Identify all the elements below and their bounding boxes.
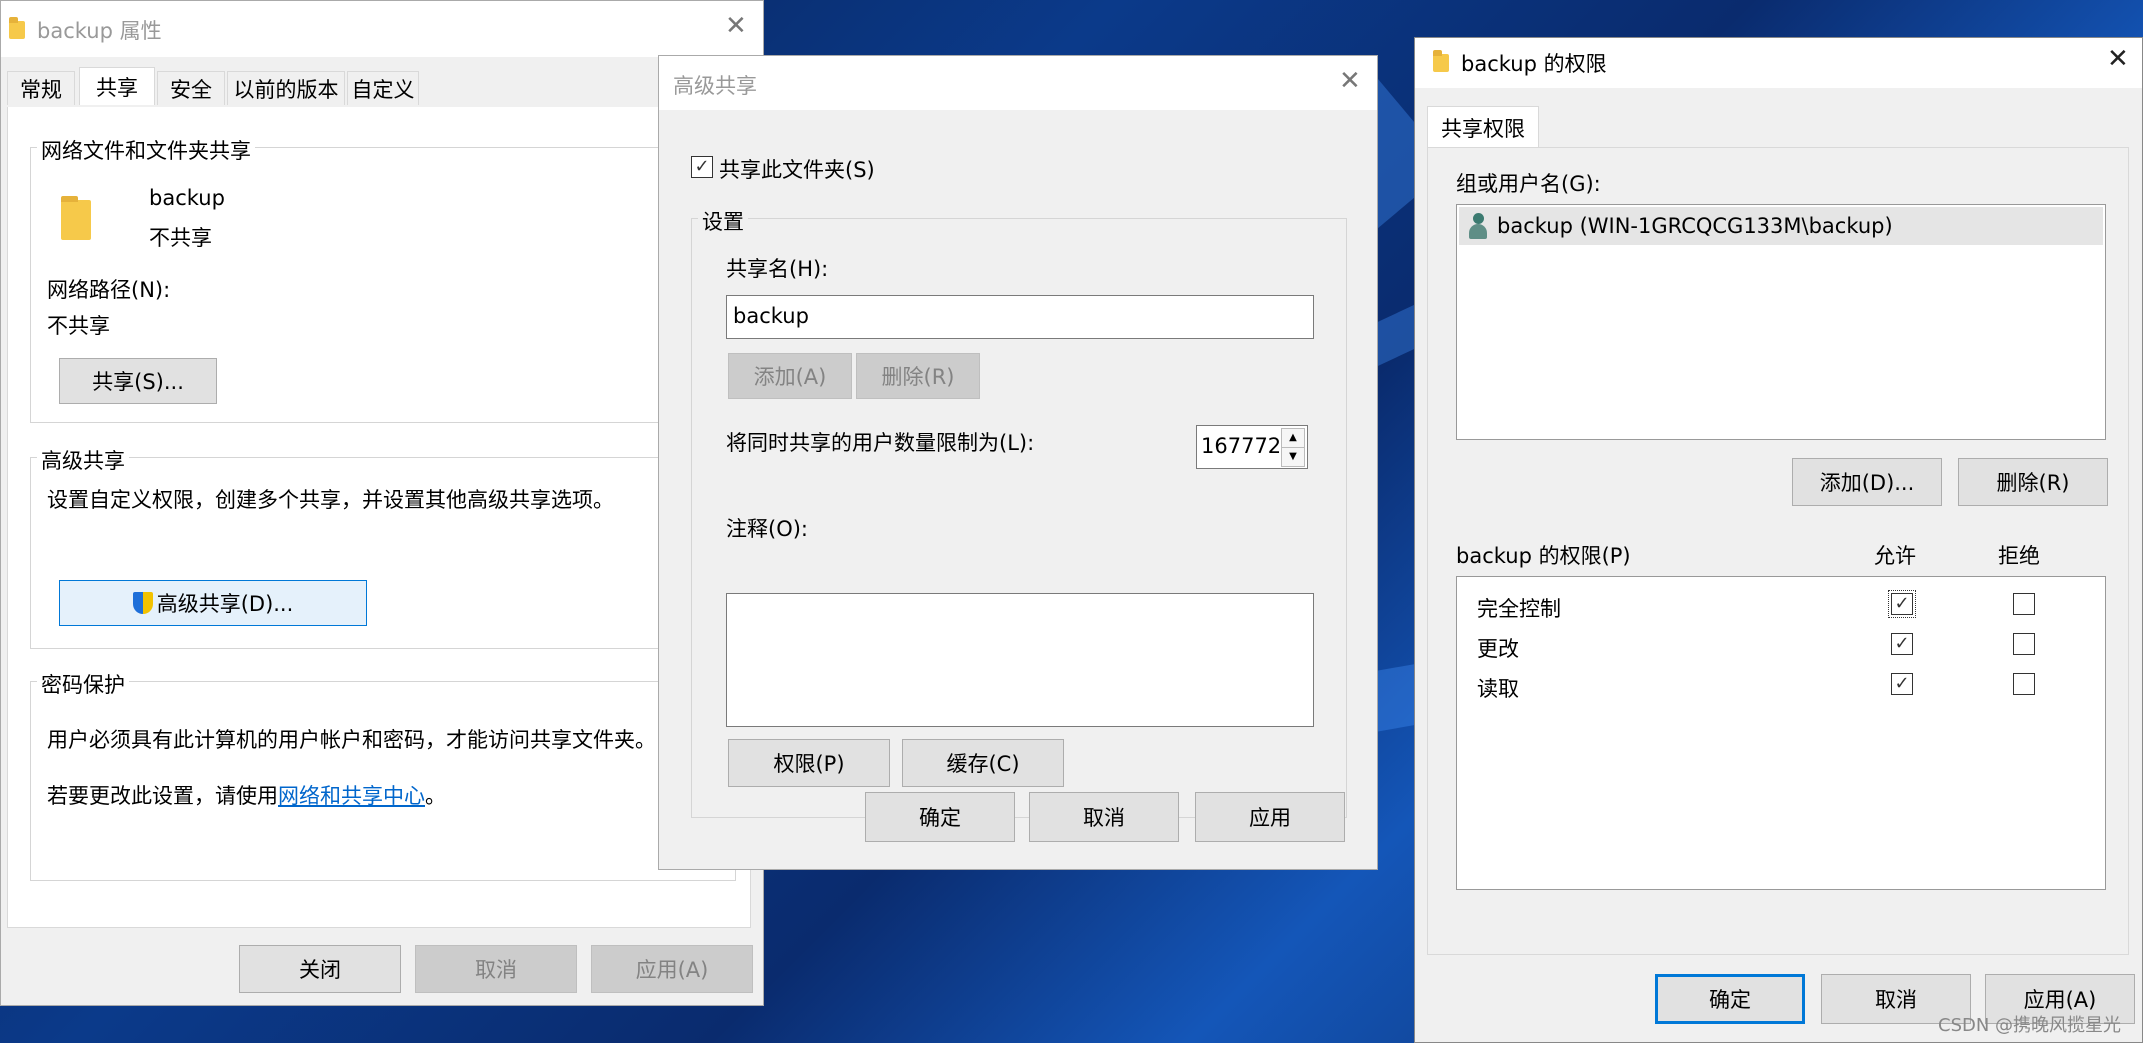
permissions-button[interactable]: 权限(P)	[728, 739, 890, 787]
dialog-title: 高级共享	[673, 74, 757, 98]
window-title: backup 属性	[37, 19, 162, 43]
comment-field[interactable]	[726, 593, 1314, 727]
close-icon[interactable]: ✕	[2107, 44, 2129, 74]
permission-name: 更改	[1477, 637, 1519, 661]
permissions-titlebar: backup 的权限 ✕	[1415, 38, 2142, 88]
ok-button[interactable]: 确定	[1655, 974, 1805, 1024]
group-label: 网络文件和文件夹共享	[37, 135, 255, 165]
shared-folder-icon	[61, 196, 91, 240]
advanced-sharing-label: 高级共享(D)...	[156, 592, 294, 616]
share-name-field[interactable]: backup	[726, 295, 1314, 339]
deny-column-header: 拒绝	[1998, 544, 2040, 568]
network-path-value: 不共享	[47, 314, 110, 338]
tab-share-permissions[interactable]: 共享权限	[1427, 106, 1539, 148]
add-share-button[interactable]: 添加(A)	[728, 353, 852, 399]
deny-checkbox[interactable]	[2013, 673, 2035, 695]
allow-checkbox[interactable]	[1891, 673, 1913, 695]
permission-name: 完全控制	[1477, 597, 1561, 621]
tab-security[interactable]: 安全	[157, 71, 225, 105]
tab-previous-versions[interactable]: 以前的版本	[227, 71, 345, 105]
remove-share-button[interactable]: 删除(R)	[856, 353, 980, 399]
password-change-text: 若要更改此设置，请使用网络和共享中心。	[47, 780, 446, 810]
network-path-label: 网络路径(N):	[47, 278, 171, 302]
caching-button[interactable]: 缓存(C)	[902, 739, 1064, 787]
permission-name: 读取	[1477, 677, 1519, 701]
close-button[interactable]: 关闭	[239, 945, 401, 993]
advanced-titlebar: 高级共享 ✕	[659, 56, 1377, 110]
tab-general[interactable]: 常规	[7, 71, 75, 105]
user-list-item[interactable]: backup (WIN-1GRCQCG133M\backup)	[1459, 207, 2103, 245]
allow-checkbox[interactable]	[1888, 590, 1916, 618]
tab-customize[interactable]: 自定义	[347, 71, 419, 105]
share-name-value: backup	[733, 304, 809, 328]
users-label: 组或用户名(G):	[1456, 172, 1601, 196]
folder-icon	[1433, 50, 1449, 72]
spin-down-icon[interactable]: ▼	[1281, 447, 1305, 467]
permissions-tab-page: 组或用户名(G): backup (WIN-1GRCQCG133M\backup…	[1427, 147, 2129, 955]
spin-up-icon[interactable]: ▲	[1281, 428, 1305, 448]
cancel-button[interactable]: 取消	[1029, 792, 1179, 842]
comment-label: 注释(O):	[726, 517, 808, 541]
deny-checkbox[interactable]	[2013, 633, 2035, 655]
advanced-sharing-group: 高级共享 设置自定义权限，创建多个共享，并设置其他高级共享选项。 高级共享(D)…	[30, 445, 736, 649]
share-name-label: 共享名(H):	[726, 257, 829, 281]
advanced-sharing-button[interactable]: 高级共享(D)...	[59, 580, 367, 626]
ok-button[interactable]: 确定	[865, 792, 1015, 842]
folder-name: backup	[149, 186, 225, 210]
share-status: 不共享	[149, 226, 212, 250]
permissions-list: 完全控制 更改 读取	[1456, 576, 2106, 890]
permissions-label: backup 的权限(P)	[1456, 544, 1631, 568]
tab-sharing[interactable]: 共享	[79, 67, 155, 105]
user-limit-spinner[interactable]: 167772 ▲ ▼	[1196, 425, 1308, 469]
change-suffix: 。	[425, 784, 446, 808]
network-sharing-center-link[interactable]: 网络和共享中心	[278, 784, 425, 808]
share-button[interactable]: 共享(S)...	[59, 358, 217, 404]
cancel-button[interactable]: 取消	[415, 945, 577, 993]
properties-window: backup 属性 ✕ 常规 共享 安全 以前的版本 自定义 网络文件和文件夹共…	[0, 0, 764, 1006]
share-folder-label: 共享此文件夹(S)	[719, 158, 875, 182]
dialog-title: backup 的权限	[1461, 52, 1607, 76]
users-list[interactable]: backup (WIN-1GRCQCG133M\backup)	[1456, 204, 2106, 440]
remove-user-button[interactable]: 删除(R)	[1958, 458, 2108, 506]
tab-page: 网络文件和文件夹共享 backup 不共享 网络路径(N): 不共享 共享(S)…	[7, 107, 751, 928]
close-icon[interactable]: ✕	[1339, 66, 1361, 96]
user-icon	[1469, 213, 1487, 239]
user-limit-value: 167772	[1201, 434, 1282, 458]
advanced-sharing-dialog: 高级共享 ✕ 共享此文件夹(S) 设置 共享名(H): backup 添加(A)…	[658, 55, 1378, 870]
share-folder-checkbox[interactable]	[691, 156, 713, 178]
group-label: 设置	[698, 206, 748, 236]
group-label: 密码保护	[37, 669, 129, 699]
folder-icon	[9, 17, 25, 39]
user-limit-label: 将同时共享的用户数量限制为(L):	[726, 431, 1035, 455]
deny-checkbox[interactable]	[2013, 593, 2035, 615]
permissions-dialog: backup 的权限 ✕ 共享权限 组或用户名(G): backup (WIN-…	[1414, 37, 2143, 1043]
settings-group: 设置 共享名(H): backup 添加(A) 删除(R) 将同时共享的用户数量…	[691, 206, 1347, 818]
close-icon[interactable]: ✕	[725, 11, 747, 41]
tab-strip: 常规 共享 安全 以前的版本 自定义	[7, 67, 751, 108]
group-label: 高级共享	[37, 445, 129, 475]
advanced-sharing-description: 设置自定义权限，创建多个共享，并设置其他高级共享选项。	[47, 488, 614, 512]
allow-column-header: 允许	[1874, 544, 1916, 568]
password-description: 用户必须具有此计算机的用户帐户和密码，才能访问共享文件夹。	[47, 728, 656, 752]
shield-icon	[132, 592, 153, 614]
add-user-button[interactable]: 添加(D)...	[1792, 458, 1942, 506]
permission-row: 完全控制	[1457, 585, 2105, 625]
password-protection-group: 密码保护 用户必须具有此计算机的用户帐户和密码，才能访问共享文件夹。 若要更改此…	[30, 669, 736, 881]
watermark: CSDN @携晚风揽星光	[1938, 1015, 2122, 1036]
permission-row: 读取	[1457, 665, 2105, 705]
allow-checkbox[interactable]	[1891, 633, 1913, 655]
apply-button[interactable]: 应用(A)	[591, 945, 753, 993]
permission-row: 更改	[1457, 625, 2105, 665]
user-name: backup (WIN-1GRCQCG133M\backup)	[1497, 214, 1893, 238]
properties-titlebar: backup 属性 ✕	[1, 1, 763, 57]
network-sharing-group: 网络文件和文件夹共享 backup 不共享 网络路径(N): 不共享 共享(S)…	[30, 135, 736, 423]
apply-button[interactable]: 应用	[1195, 792, 1345, 842]
change-prefix: 若要更改此设置，请使用	[47, 784, 278, 808]
